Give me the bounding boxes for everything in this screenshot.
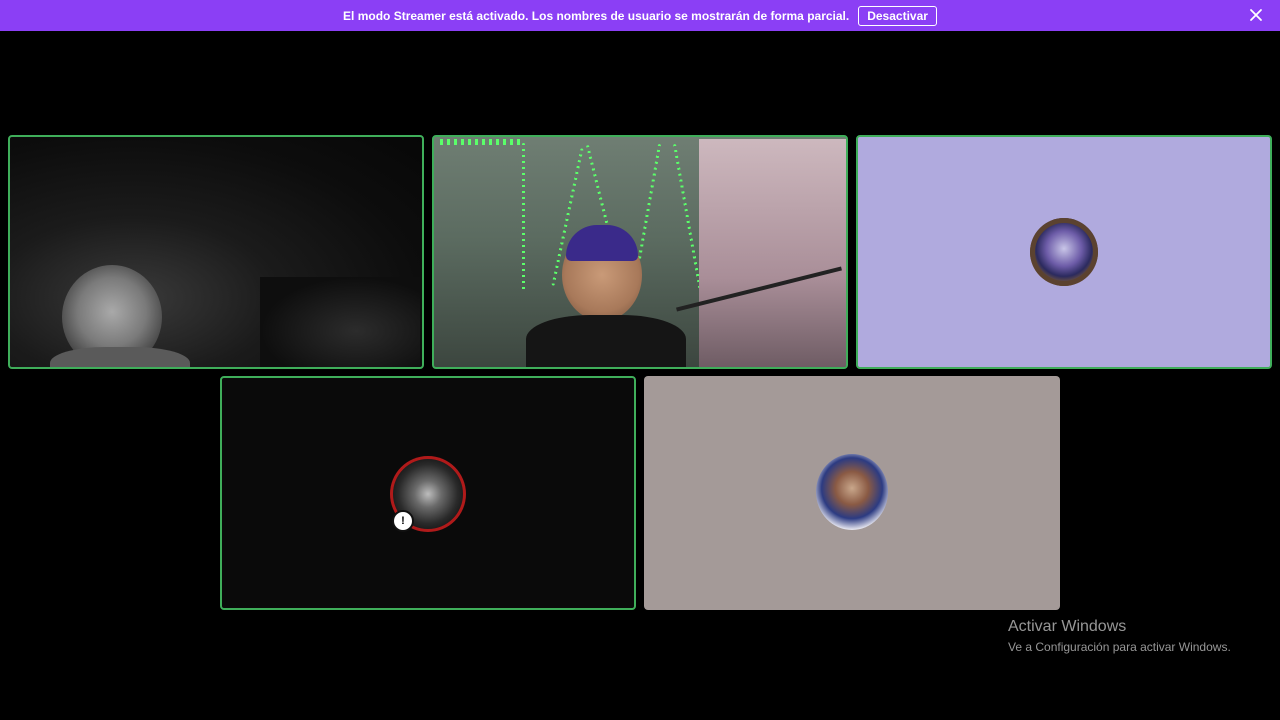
watermark-subtitle: Ve a Configuración para activar Windows.: [1008, 640, 1231, 654]
participant-tile-avatar[interactable]: [644, 376, 1060, 610]
participant-tile-avatar[interactable]: !: [220, 376, 636, 610]
participant-tile-avatar[interactable]: [856, 135, 1272, 369]
streamer-mode-banner: El modo Streamer está activado. Los nomb…: [0, 0, 1280, 31]
participant-tile-video[interactable]: [8, 135, 424, 369]
streamer-mode-message: El modo Streamer está activado. Los nomb…: [343, 8, 850, 23]
webcam-feed: [434, 137, 846, 367]
deactivate-streamer-mode-button[interactable]: Desactivar: [858, 5, 937, 26]
windows-activation-watermark: Activar Windows Ve a Configuración para …: [1008, 616, 1231, 656]
webcam-feed-background: [260, 277, 420, 367]
avatar-status-badge: !: [392, 510, 414, 532]
avatar: [1030, 218, 1098, 286]
participant-tile-video[interactable]: [432, 135, 848, 369]
webcam-feed-body: [50, 347, 190, 367]
close-icon[interactable]: [1248, 7, 1264, 23]
watermark-title: Activar Windows: [1008, 618, 1127, 635]
avatar: [816, 454, 888, 530]
